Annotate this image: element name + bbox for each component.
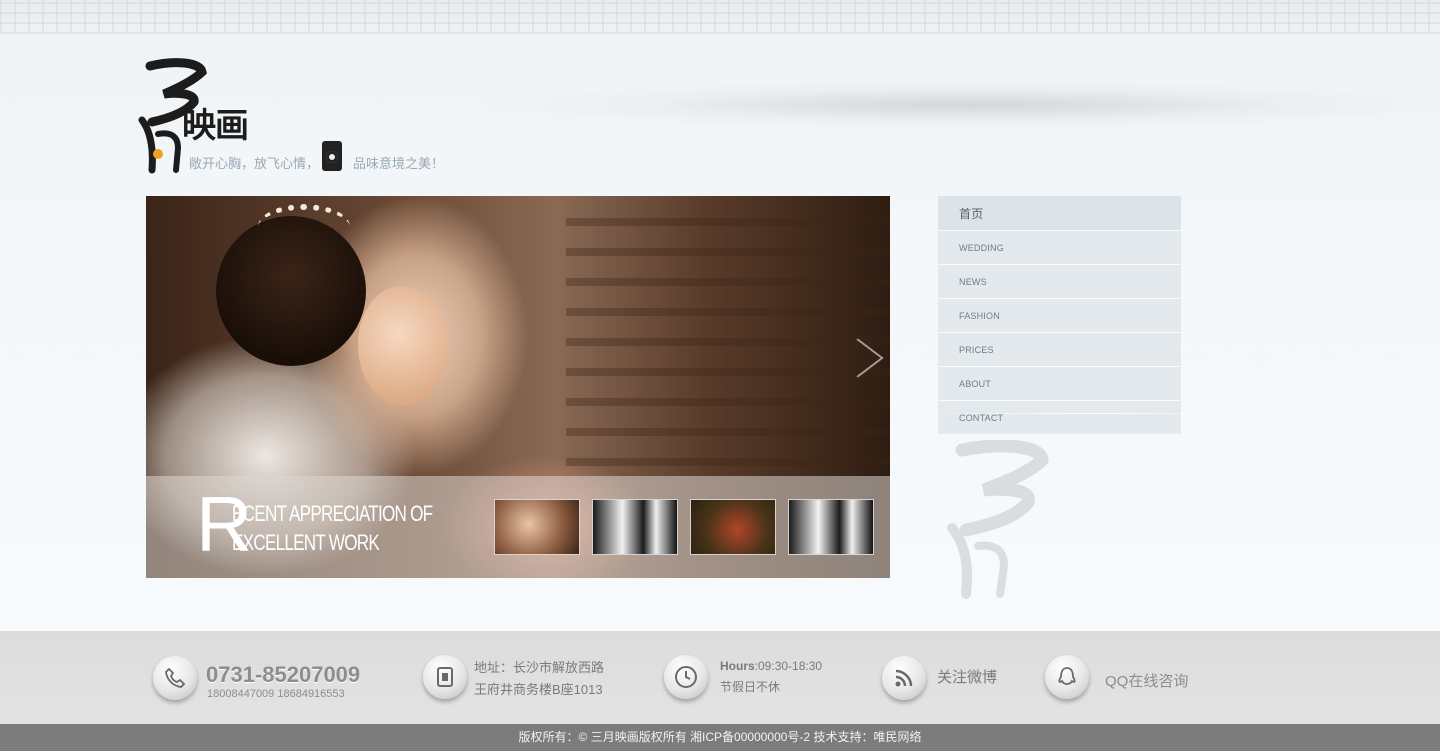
banner-photo-face bbox=[358, 286, 448, 406]
nav-divider bbox=[905, 413, 1275, 414]
nav-item-news[interactable]: NEWS bbox=[938, 265, 1181, 299]
copyright-bar: 版权所有：© 三月映画版权所有 湘ICP备00000000号-2 技术支持：唯民… bbox=[0, 724, 1440, 751]
nav-item-fashion[interactable]: FASHION bbox=[938, 299, 1181, 333]
slogan-text: 敞开心胸，放飞心情， bbox=[189, 156, 320, 171]
nav-item-wedding[interactable]: WEDDING bbox=[938, 231, 1181, 265]
caption-line-1: ECENT APPRECIATION OF bbox=[232, 501, 433, 526]
address-book-icon bbox=[423, 655, 467, 699]
qq-consult-link[interactable]: QQ在线咨询 bbox=[1105, 673, 1188, 691]
rss-weibo-icon[interactable] bbox=[882, 656, 926, 700]
address-line-2: 王府井商务楼B座1013 bbox=[474, 682, 603, 697]
site-logo[interactable]: 映画 敞开心胸，放飞心情， 品味意境之美！ bbox=[134, 58, 454, 180]
hours-note: 节假日不休 bbox=[720, 680, 781, 694]
next-arrow-icon[interactable] bbox=[850, 334, 872, 386]
phone-number: 0731-85207009 bbox=[206, 662, 361, 687]
hero-banner[interactable]: R ECENT APPRECIATION OF EXCELLENT WORK bbox=[146, 196, 890, 578]
thumbnail-4[interactable] bbox=[788, 499, 874, 555]
banner-photo-tiara bbox=[258, 204, 350, 250]
clock-icon bbox=[664, 655, 708, 699]
phone-alt-numbers: 18008447009 18684916553 bbox=[207, 688, 345, 700]
nav-item-home[interactable]: 首页 bbox=[938, 196, 1181, 231]
thumbnail-2[interactable] bbox=[592, 499, 678, 555]
camera-icon bbox=[322, 141, 342, 171]
business-hours: Hours:09:30-18:30 bbox=[720, 659, 822, 674]
slogan-text-end: 品味意境之美！ bbox=[353, 156, 445, 171]
nav-item-contact[interactable]: CONTACT bbox=[938, 401, 1181, 435]
nav-item-about[interactable]: ABOUT bbox=[938, 367, 1181, 401]
hours-value: :09:30-18:30 bbox=[754, 659, 823, 673]
watermark-logo-icon bbox=[947, 440, 1049, 599]
address-line-1: 地址：长沙市解放西路 bbox=[474, 660, 605, 675]
nav-item-prices[interactable]: PRICES bbox=[938, 333, 1181, 367]
logo-brand-text: 映画 bbox=[182, 106, 249, 146]
phone-icon bbox=[153, 656, 197, 700]
caption-line-2: EXCELLENT WORK bbox=[232, 530, 380, 555]
follow-weibo-link[interactable]: 关注微博 bbox=[937, 669, 997, 687]
top-pattern bbox=[0, 0, 1440, 34]
thumbnail-1[interactable] bbox=[494, 499, 580, 555]
main-nav: 首页 WEDDING NEWS FASHION PRICES ABOUT CON… bbox=[938, 196, 1181, 435]
qq-icon[interactable] bbox=[1045, 655, 1089, 699]
hours-label: Hours bbox=[720, 659, 755, 673]
ink-mist bbox=[470, 80, 1440, 130]
thumbnail-3[interactable] bbox=[690, 499, 776, 555]
